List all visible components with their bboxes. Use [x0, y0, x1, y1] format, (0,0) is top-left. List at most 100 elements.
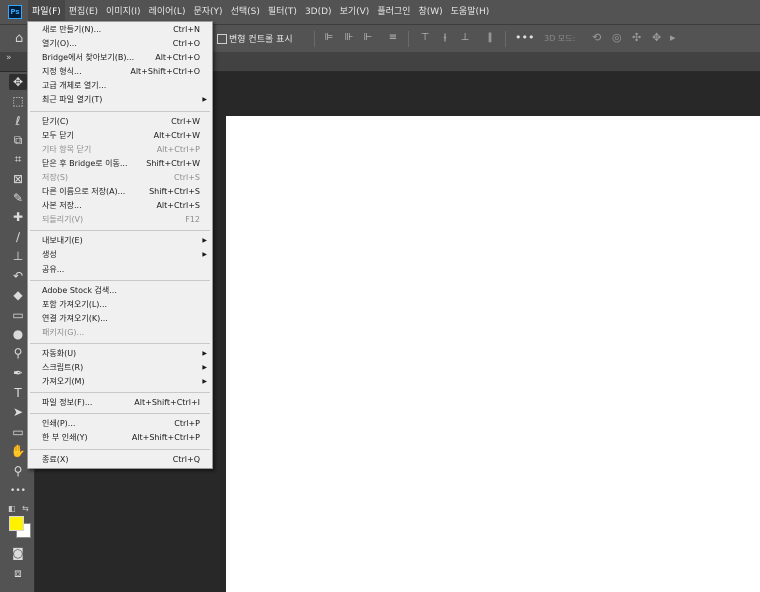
menu-plugins[interactable]: 플러그인: [373, 0, 414, 24]
quick-mask-icon[interactable]: ◙: [9, 545, 27, 561]
file-menu-item[interactable]: 스크립트(R) ▶: [28, 361, 212, 375]
menu-item-shortcut: Alt+Ctrl+P: [156, 144, 200, 154]
blur-tool-icon[interactable]: ●: [9, 326, 27, 342]
menu-3d[interactable]: 3D(D): [301, 0, 336, 24]
menu-item-label: 다른 이름으로 저장(A)...: [42, 187, 126, 197]
menu-item-shortcut: Shift+Ctrl+W: [146, 158, 200, 168]
menu-item-shortcut: Alt+Shift+Ctrl+P: [131, 433, 200, 443]
clone-stamp-tool-icon[interactable]: ⊥: [9, 248, 27, 264]
file-menu-item[interactable]: 연결 가져오기(K)...: [28, 312, 212, 326]
move-tool-icon[interactable]: ✥: [9, 74, 27, 90]
menu-item-label: 한 부 인쇄(Y): [42, 433, 88, 443]
history-brush-tool-icon[interactable]: ↶: [9, 268, 27, 284]
object-select-tool-icon[interactable]: ⧉: [9, 132, 27, 148]
file-menu-item[interactable]: 고급 개체로 열기...: [28, 79, 212, 93]
type-tool-icon[interactable]: T: [9, 385, 27, 401]
menu-filter[interactable]: 필터(T): [264, 0, 301, 24]
file-menu-item[interactable]: 지정 형식... Alt+Shift+Ctrl+O: [28, 65, 212, 79]
menu-item-shortcut: Alt+Ctrl+S: [156, 201, 200, 211]
file-menu-item[interactable]: 한 부 인쇄(Y) Alt+Shift+Ctrl+P: [28, 431, 212, 445]
pen-tool-icon[interactable]: ✒: [9, 365, 27, 381]
gradient-tool-icon[interactable]: ▭: [9, 307, 27, 323]
3d-pan-icon[interactable]: ✣: [632, 31, 641, 44]
menu-separator: [30, 279, 210, 281]
distribute-vertical-icon[interactable]: ≡: [388, 32, 398, 43]
more-options-icon[interactable]: •••: [515, 31, 534, 44]
3d-roll-icon[interactable]: ◎: [612, 31, 622, 44]
menu-item-label: 연결 가져오기(K)...: [42, 313, 108, 323]
align-top-edges-icon[interactable]: ⊤: [420, 32, 430, 43]
align-left-edges-icon[interactable]: ⊫: [324, 32, 334, 43]
menu-item-label: 열기(O)...: [42, 39, 77, 49]
align-vertical-centers-icon[interactable]: ⫲: [440, 32, 450, 43]
marquee-tool-icon[interactable]: ⬚: [9, 93, 27, 109]
file-menu-item[interactable]: 가져오기(M) ▶: [28, 375, 212, 389]
file-menu-item[interactable]: 새로 만들기(N)... Ctrl+N: [28, 23, 212, 37]
menu-item-shortcut: Alt+Shift+Ctrl+I: [134, 398, 200, 408]
file-menu-item[interactable]: 닫기(C) Ctrl+W: [28, 115, 212, 129]
menu-select[interactable]: 선택(S): [227, 0, 264, 24]
frame-tool-icon[interactable]: ⊠: [9, 171, 27, 187]
align-right-edges-icon[interactable]: ⊩: [363, 32, 373, 43]
submenu-arrow-icon: ▶: [202, 364, 207, 372]
file-menu-item[interactable]: 다른 이름으로 저장(A)... Shift+Ctrl+S: [28, 185, 212, 199]
file-menu-item[interactable]: 내보내기(E) ▶: [28, 234, 212, 248]
transform-controls-checkbox[interactable]: [217, 34, 227, 44]
healing-brush-tool-icon[interactable]: ✚: [9, 209, 27, 225]
brush-tool-icon[interactable]: ∕: [9, 229, 27, 245]
3d-scale-icon[interactable]: ▸: [670, 31, 676, 44]
transform-controls-label: 변형 컨트롤 표시: [229, 35, 293, 45]
menu-separator: [30, 448, 210, 450]
menu-item-label: 최근 파일 열기(T): [42, 95, 103, 105]
eyedropper-tool-icon[interactable]: ✎: [9, 190, 27, 206]
edit-toolbar-icon[interactable]: •••: [9, 483, 27, 499]
rectangle-tool-icon[interactable]: ▭: [9, 424, 27, 440]
file-menu-item[interactable]: 공유...: [28, 263, 212, 277]
file-menu-item: 기타 항목 닫기 Alt+Ctrl+P: [28, 143, 212, 157]
menu-separator: [30, 413, 210, 415]
file-menu-item[interactable]: Bridge에서 찾아보기(B)... Alt+Ctrl+O: [28, 51, 212, 65]
file-menu-item[interactable]: 모두 닫기 Alt+Ctrl+W: [28, 129, 212, 143]
file-menu-item[interactable]: 닫은 후 Bridge로 이동... Shift+Ctrl+W: [28, 157, 212, 171]
home-icon[interactable]: ⌂: [15, 31, 23, 46]
crop-tool-icon[interactable]: ⌗: [9, 151, 27, 167]
file-menu-item[interactable]: 열기(O)... Ctrl+O: [28, 37, 212, 51]
photoshop-logo[interactable]: Ps: [8, 5, 22, 19]
menu-item-shortcut: Ctrl+S: [173, 172, 200, 182]
menu-window[interactable]: 창(W): [414, 0, 446, 24]
file-menu-item[interactable]: 생성 ▶: [28, 248, 212, 262]
align-bottom-edges-icon[interactable]: ⊥: [460, 32, 470, 43]
distribute-horizontal-icon[interactable]: ‖: [485, 32, 495, 43]
file-menu-item[interactable]: 최근 파일 열기(T) ▶: [28, 93, 212, 107]
file-menu-item[interactable]: 인쇄(P)... Ctrl+P: [28, 417, 212, 431]
zoom-tool-icon[interactable]: ⚲: [9, 463, 27, 479]
menu-item-label: 모두 닫기: [42, 130, 74, 140]
align-horizontal-centers-icon[interactable]: ⊪: [344, 32, 354, 43]
eraser-tool-icon[interactable]: ◆: [9, 287, 27, 303]
file-menu-item[interactable]: 포함 가져오기(L)...: [28, 298, 212, 312]
collapse-panels-icon[interactable]: »: [6, 53, 12, 63]
3d-slide-icon[interactable]: ✥: [652, 31, 661, 44]
menu-item-label: 저장(S): [42, 172, 69, 182]
file-menu-item[interactable]: 자동화(U) ▶: [28, 347, 212, 361]
default-colors-icon[interactable]: ◧: [8, 504, 16, 513]
file-menu-item[interactable]: 사본 저장... Alt+Ctrl+S: [28, 199, 212, 213]
3d-orbit-icon[interactable]: ⟲: [592, 31, 601, 44]
menu-item-label: 포함 가져오기(L)...: [42, 299, 108, 309]
file-menu-item[interactable]: Adobe Stock 검색...: [28, 284, 212, 298]
document-canvas[interactable]: [226, 116, 760, 592]
foreground-color-swatch[interactable]: [9, 516, 24, 531]
submenu-arrow-icon: ▶: [202, 349, 207, 357]
menu-item-label: 되돌리기(V): [42, 215, 84, 225]
menu-help[interactable]: 도움말(H): [447, 0, 494, 24]
hand-tool-icon[interactable]: ✋: [9, 443, 27, 459]
path-select-tool-icon[interactable]: ➤: [9, 404, 27, 420]
menu-view[interactable]: 보기(V): [336, 0, 374, 24]
lasso-tool-icon[interactable]: ℓ: [9, 113, 27, 129]
file-menu-item[interactable]: 종료(X) Ctrl+Q: [28, 453, 212, 467]
menu-item-label: 패키지(G)...: [42, 327, 85, 337]
file-menu-item[interactable]: 파일 정보(F)... Alt+Shift+Ctrl+I: [28, 396, 212, 410]
swap-colors-icon[interactable]: ⇆: [22, 504, 29, 513]
dodge-tool-icon[interactable]: ⚲: [9, 345, 27, 361]
screen-mode-icon[interactable]: ⧈: [9, 565, 27, 581]
